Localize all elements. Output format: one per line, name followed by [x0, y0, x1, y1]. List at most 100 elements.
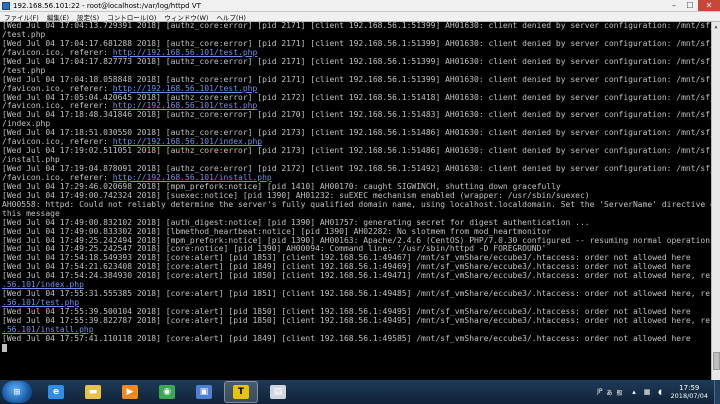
menu-control[interactable]: コントロール(O)	[103, 12, 160, 22]
terminal-line: [Wed Jul 04 17:55:31.555385 2018] [core:…	[2, 290, 711, 299]
terminal-line: [Wed Jul 04 17:55:39.500104 2018] [core:…	[2, 308, 711, 317]
terminal-line: [Wed Jul 04 17:19:04.878091 2018] [authz…	[2, 165, 711, 174]
taskbar-app-media-player[interactable]: ▶	[113, 381, 147, 403]
menu-help[interactable]: ヘルプ(H)	[212, 12, 249, 22]
terminal-line-text: /test.php	[2, 30, 46, 39]
terminal-line-text: [Wed Jul 04 17:49:00.832102 2018] [auth_…	[2, 218, 590, 227]
terminal-line-text: [Wed Jul 04 17:55:31.555385 2018] [core:…	[2, 290, 711, 299]
system-tray: JP あ 般 ▴ ▦ ◖ 17:59 2018/07/04	[596, 380, 720, 404]
scrollbar-thumb[interactable]	[713, 352, 720, 370]
show-desktop-button[interactable]	[714, 380, 720, 404]
show-hidden-icons-icon[interactable]: ▴	[630, 388, 639, 397]
terminal-line: [Wed Jul 04 17:55:39.822787 2018] [core:…	[2, 317, 711, 326]
ime-bar[interactable]: JP あ 般	[596, 388, 623, 397]
terminal-line-text: [Wed Jul 04 17:49:25.242494 2018] [mpm_p…	[2, 236, 711, 245]
ime-mode[interactable]: あ	[606, 388, 614, 397]
referer-link[interactable]: http://192.168.56.101/install.php	[113, 174, 272, 182]
terminal-line-text: /favicon.ico, referer:	[2, 102, 113, 111]
internet-explorer-icon: e	[48, 385, 64, 399]
volume-icon[interactable]: ◖	[656, 388, 665, 397]
referer-link[interactable]: http://192.168.56.101/test.php	[113, 102, 258, 110]
referer-link[interactable]: .56.101/install.php	[2, 326, 94, 334]
terminal-line-text: [Wed Jul 04 17:19:02.511051 2018] [authz…	[2, 147, 711, 156]
terminal-line: .56.101/test.php	[2, 299, 711, 308]
scroll-up-arrow-icon[interactable]: ▲	[712, 22, 720, 31]
terminal-line-text: /favicon.ico, referer:	[2, 138, 113, 147]
referer-link[interactable]: http://192.168.56.101/test.php	[113, 49, 258, 57]
terminal-line-text: [Wed Jul 04 17:49:25.242547 2018] [core:…	[2, 245, 547, 254]
system-clock[interactable]: 17:59 2018/07/04	[671, 384, 708, 400]
terminal-line: [Wed Jul 04 17:57:41.110118 2018] [core:…	[2, 335, 711, 344]
taskbar-app-teraterm[interactable]: T	[224, 381, 258, 403]
terminal-line-text: [Wed Jul 04 17:04:17.827773 2018] [authz…	[2, 57, 711, 66]
taskbar-app-chrome[interactable]: ◉	[150, 381, 184, 403]
referer-link[interactable]: .56.101/test.php	[2, 299, 79, 307]
taskbar-app-virtualbox[interactable]: ▣	[187, 381, 221, 403]
clock-date: 2018/07/04	[670, 392, 708, 400]
vertical-scrollbar[interactable]: ▲	[711, 22, 720, 380]
maximize-button[interactable]: ☐	[682, 0, 698, 11]
menu-window[interactable]: ウィンドウ(W)	[160, 12, 212, 22]
taskbar-apps: e ▬ ▶ ◉ ▣ T ▤	[36, 381, 295, 403]
terminal-line-text: [Wed Jul 04 17:04:17.681288 2018] [authz…	[2, 39, 711, 48]
teraterm-icon: T	[233, 385, 249, 399]
terminal-line-text: [Wed Jul 04 17:18:51.030550 2018] [authz…	[2, 129, 711, 138]
terminal-line: /favicon.ico, referer: http://192.168.56…	[2, 174, 711, 183]
ime-language[interactable]: JP	[596, 388, 603, 397]
terminal-line: [Wed Jul 04 17:54:18.549393 2018] [core:…	[2, 254, 711, 263]
taskbar-app-internet-explorer[interactable]: e	[39, 381, 73, 403]
close-button[interactable]: ✕	[698, 0, 720, 11]
terminal-line-text: [Wed Jul 04 17:55:39.500104 2018] [core:…	[2, 308, 691, 316]
terminal-line-text: /index.php	[2, 120, 51, 129]
terminal-line: [Wed Jul 04 17:49:00.742324 2018] [suexe…	[2, 192, 711, 201]
terminal-line-text: [Wed Jul 04 17:49:00.742324 2018] [suexe…	[2, 191, 590, 200]
terminal-line: [Wed Jul 04 17:04:18.058848 2018] [authz…	[2, 76, 711, 85]
ime-option[interactable]: 般	[616, 388, 624, 397]
terminal-line-text: /favicon.ico, referer:	[2, 84, 113, 93]
menu-file[interactable]: ファイル(F)	[0, 12, 43, 22]
terminal-line: [Wed Jul 04 17:29:46.020698 2018] [mpm_p…	[2, 183, 711, 192]
terminal-line-text: [Wed Jul 04 17:04:18.058848 2018] [authz…	[2, 75, 711, 84]
terminal-line-text: [Wed Jul 04 17:18:48.341846 2018] [authz…	[2, 111, 711, 120]
window-title: 192.168.56.101:22 - root@localhost:/var/…	[13, 1, 201, 10]
network-icon[interactable]: ▦	[643, 388, 652, 397]
terminal-line: .56.101/install.php	[2, 326, 711, 335]
menu-edit[interactable]: 編集(E)	[43, 12, 73, 22]
start-button[interactable]: ⊞	[2, 381, 32, 403]
terminal-output[interactable]: [Wed Jul 04 17:04:13.729391 2018] [authz…	[0, 22, 711, 380]
terminal-line: [Wed Jul 04 17:49:00.832102 2018] [auth_…	[2, 219, 711, 228]
referer-link[interactable]: .56.101/index.php	[2, 281, 84, 289]
terminal-line-text: this message	[2, 209, 60, 218]
terminal-line-text: [Wed Jul 04 17:55:39.822787 2018] [core:…	[2, 316, 711, 325]
terminal-line: [Wed Jul 04 17:05:04.420645 2018] [authz…	[2, 94, 711, 103]
terminal-line-text: [Wed Jul 04 17:04:13.729391 2018] [authz…	[2, 22, 711, 30]
terminal-line: [Wed Jul 04 17:49:25.242494 2018] [mpm_p…	[2, 237, 711, 246]
terminal-line: .56.101/index.php	[2, 281, 711, 290]
file-explorer-icon: ▬	[85, 385, 101, 399]
terminal-line: /favicon.ico, referer: http://192.168.56…	[2, 102, 711, 111]
referer-link[interactable]: http://192.168.56.101/index.php	[113, 138, 262, 146]
terminal-line: [Wed Jul 04 17:19:02.511051 2018] [authz…	[2, 147, 711, 156]
prompt-line[interactable]	[2, 343, 711, 353]
terminal-line-text: [Wed Jul 04 17:29:46.020698 2018] [mpm_p…	[2, 182, 561, 191]
chrome-icon: ◉	[159, 385, 175, 399]
taskbar-app-text-editor[interactable]: ▤	[261, 381, 295, 403]
teraterm-app-icon[interactable]	[2, 1, 10, 10]
terminal-line: /favicon.ico, referer: http://192.168.56…	[2, 138, 711, 147]
terminal-line-text: [Wed Jul 04 17:49:00.833302 2018] [lbmet…	[2, 227, 552, 236]
terminal-line-text: [Wed Jul 04 17:05:04.420645 2018] [authz…	[2, 93, 711, 102]
terminal-line: [Wed Jul 04 17:18:51.030550 2018] [authz…	[2, 129, 711, 138]
menu-setup[interactable]: 設定(S)	[73, 12, 103, 22]
referer-link[interactable]: http://192.168.56.101/test.php	[113, 85, 258, 93]
taskbar-app-file-explorer[interactable]: ▬	[76, 381, 110, 403]
terminal-line-text: /install.php	[2, 156, 60, 165]
terminal-line: [Wed Jul 04 17:04:17.827773 2018] [authz…	[2, 58, 711, 67]
terminal-line: [Wed Jul 04 17:04:13.729391 2018] [authz…	[2, 22, 711, 31]
window-titlebar[interactable]: 192.168.56.101:22 - root@localhost:/var/…	[0, 0, 720, 12]
windows-taskbar: ⊞ e ▬ ▶ ◉ ▣ T ▤ JP あ 般 ▴ ▦ ◖ 17:59 2018/07/04	[0, 380, 720, 404]
minimize-button[interactable]: –	[666, 0, 682, 11]
clock-time: 17:59	[679, 384, 700, 392]
terminal-line-text: [Wed Jul 04 17:54:18.549393 2018] [core:…	[2, 254, 691, 263]
terminal-line: /install.php	[2, 156, 711, 165]
media-player-icon: ▶	[122, 385, 138, 399]
